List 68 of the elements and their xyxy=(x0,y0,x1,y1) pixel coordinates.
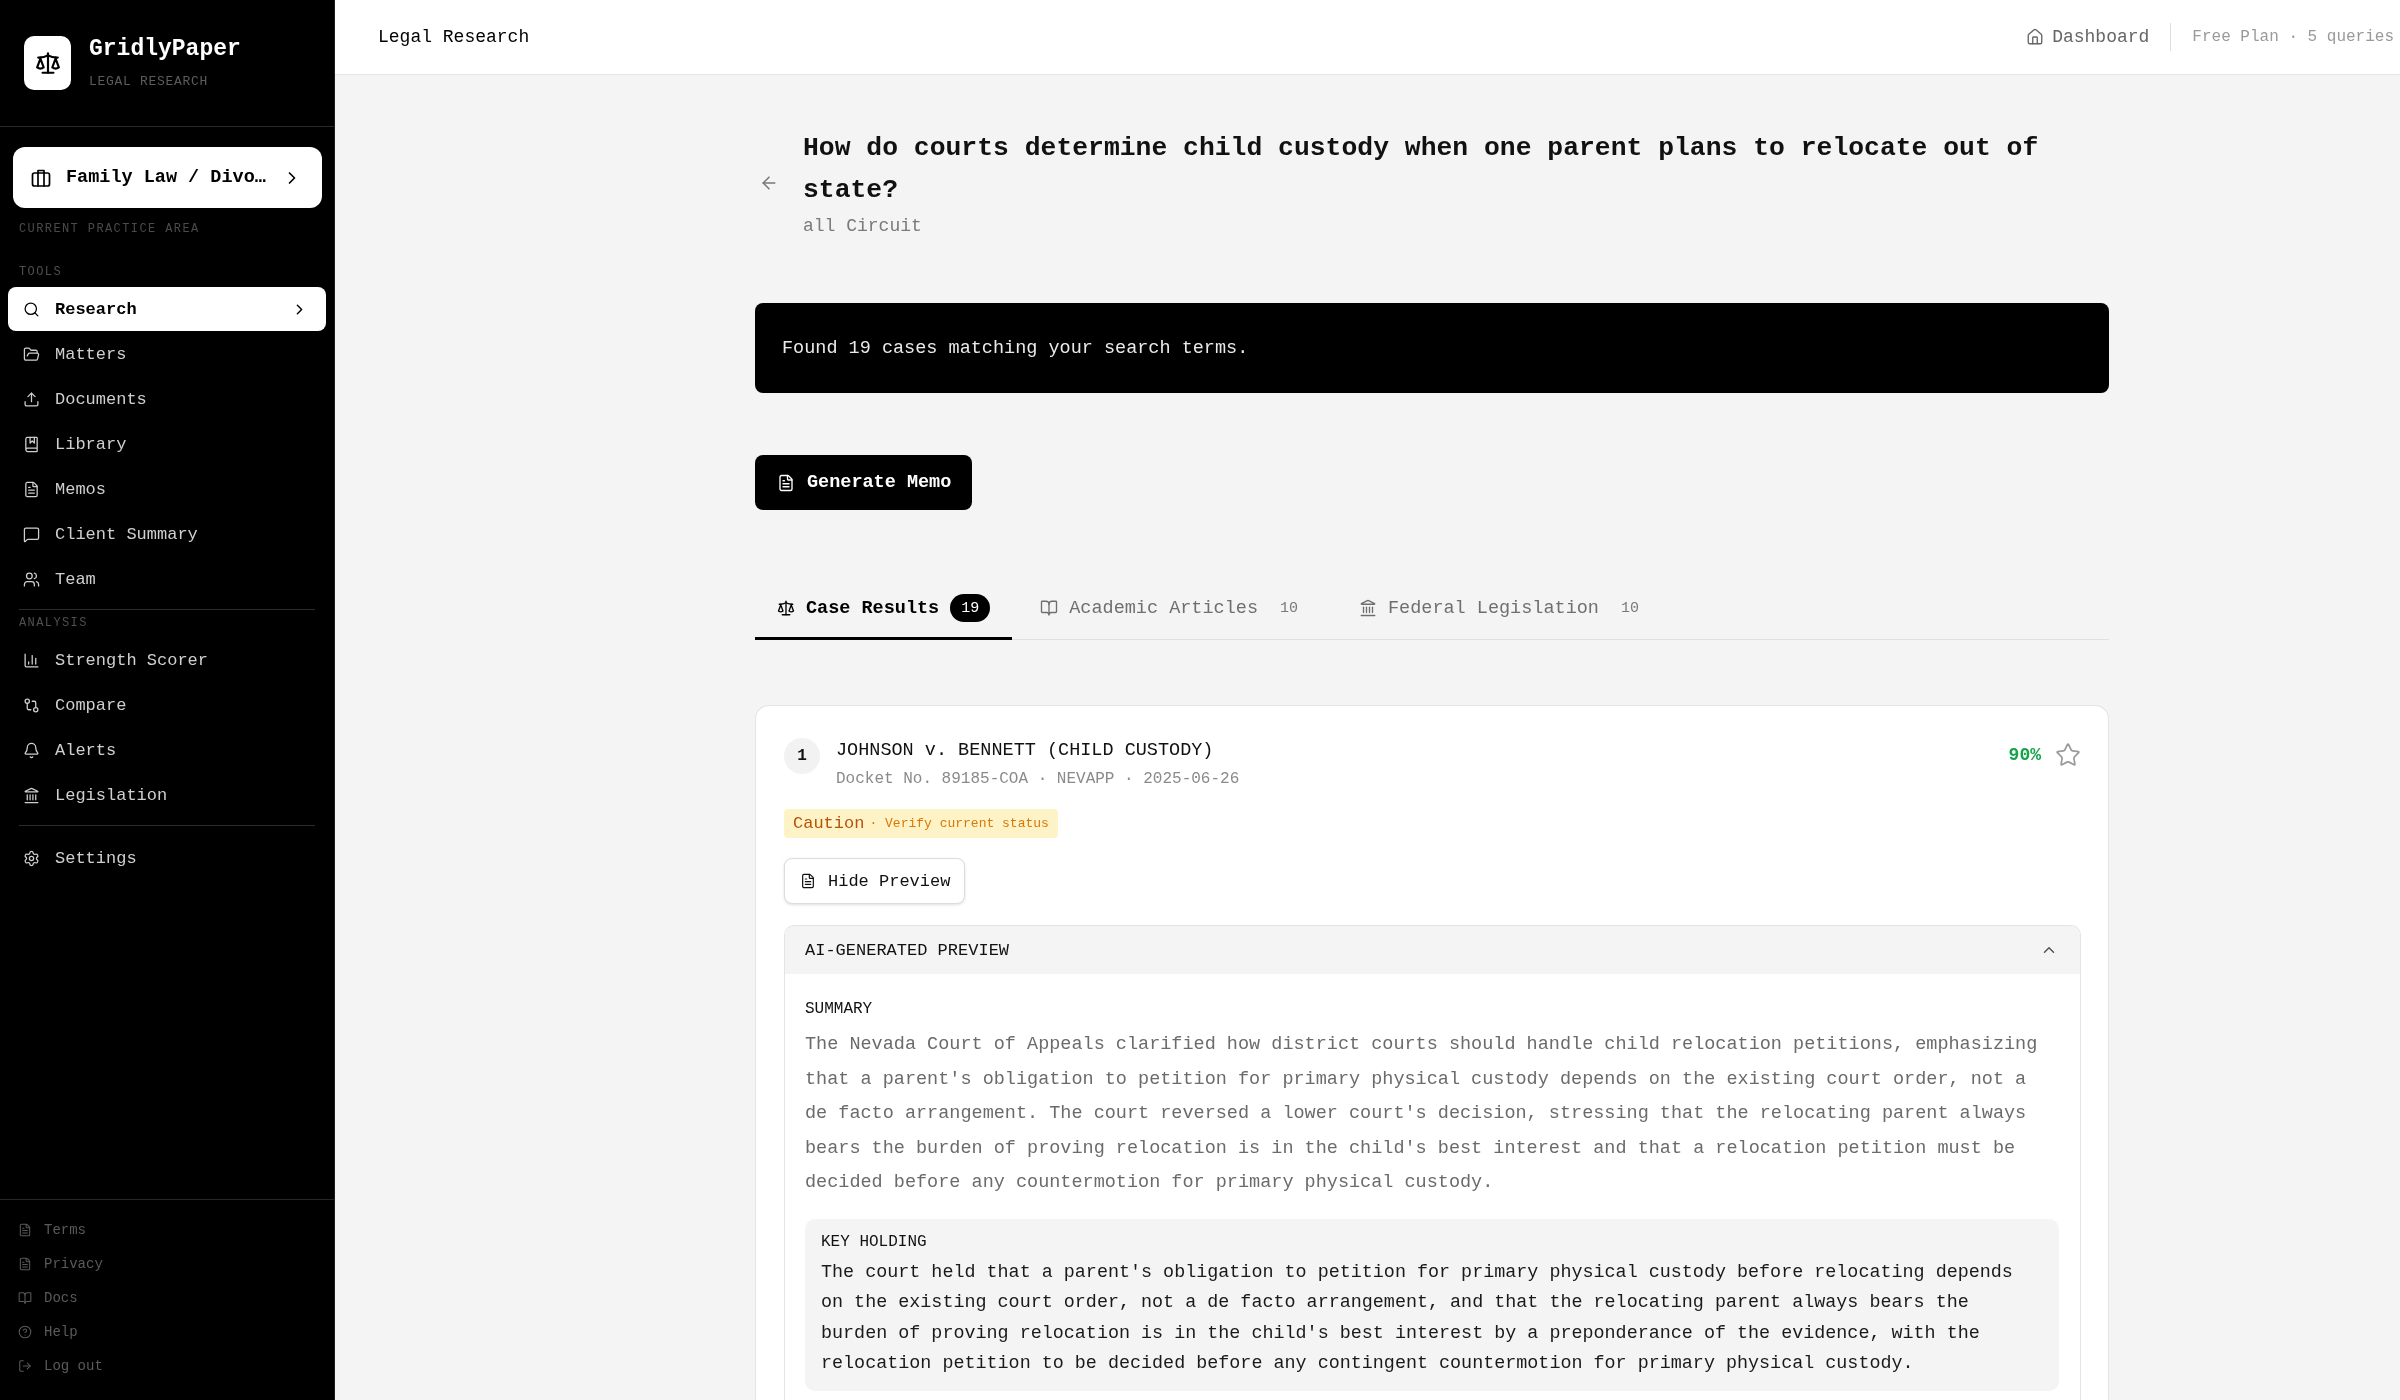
preview-heading: AI-GENERATED PREVIEW xyxy=(805,940,1010,960)
question-title: How do courts determine child custody when one parent plans to relocate out of state? xyxy=(803,132,2040,207)
result-count: 10 xyxy=(1279,598,1299,619)
nav-item[interactable]: Library xyxy=(8,422,326,466)
summary-text: The Nevada Court of Appeals clarified how district courts should handle child relocation petitions, emphasizing that a parent's obligation to petition for primary physical custody depends on the existing court order, not a de facto arrangement. The court reversed a lower court's decision, stressing that the relocating parent always bears the burden of proving relocation is in the child's best interest and that a relocation petition must be decided before any countermotion for primary physical custody. xyxy=(805,1033,2039,1195)
help-icon xyxy=(18,1325,32,1339)
document-icon xyxy=(777,473,795,492)
nav-item[interactable]: Client Summary xyxy=(8,512,326,556)
logout-icon xyxy=(18,1359,32,1373)
brand-name: GridlyPaper xyxy=(89,35,241,64)
match-score: 90% xyxy=(2008,745,2041,765)
open-book-icon xyxy=(1040,599,1059,617)
nav-item[interactable]: Settings xyxy=(8,836,326,880)
nav-item[interactable]: Documents xyxy=(8,377,326,421)
scales-logo-icon xyxy=(24,35,71,90)
nav-item[interactable]: Compare xyxy=(8,683,326,727)
document-icon xyxy=(800,873,816,889)
speech-bubble-icon xyxy=(23,525,40,543)
scales-icon xyxy=(777,599,795,617)
compare-icon xyxy=(23,696,40,714)
bar-chart-icon xyxy=(23,651,40,669)
search-icon xyxy=(23,300,40,318)
nav-item[interactable]: Alerts xyxy=(8,728,326,772)
tab[interactable]: Academic Articles 10 xyxy=(1018,579,1331,640)
jurisdiction-label: all Circuit xyxy=(803,215,923,238)
open-book-icon xyxy=(18,1291,32,1305)
suitcase-icon xyxy=(31,167,51,188)
case-meta: Docket No. 89185-COA · NEVAPP · 2025-06-26 xyxy=(836,769,1240,790)
bell-icon xyxy=(23,741,40,759)
bank-building-icon xyxy=(23,786,40,804)
dashboard-link[interactable]: Dashboard xyxy=(2026,27,2150,47)
nav-item[interactable]: Matters xyxy=(8,332,326,376)
status-badge: Caution · Verify current status xyxy=(784,809,1058,838)
page-title: Legal Research xyxy=(378,27,530,47)
key-holding-heading: KEY HOLDING xyxy=(821,1231,928,1253)
folder-icon xyxy=(23,345,40,363)
document-icon xyxy=(18,1223,32,1237)
document-icon xyxy=(18,1257,32,1271)
hide-preview-button[interactable]: Hide Preview xyxy=(784,858,966,904)
practice-area-caption: CURRENT PRACTICE AREA xyxy=(19,221,201,237)
settings-icon xyxy=(23,849,40,867)
tab[interactable]: Federal Legislation 10 xyxy=(1337,579,1672,640)
section-heading: TOOLS xyxy=(19,264,63,280)
star-icon[interactable] xyxy=(2055,742,2081,768)
upload-icon xyxy=(23,390,40,408)
results-banner: Found 19 cases matching your search terms. xyxy=(755,303,2109,393)
case-title: JOHNSON v. BENNETT (CHILD CUSTODY) xyxy=(836,739,1215,763)
home-icon xyxy=(2026,28,2045,46)
key-holding-text: The court held that a parent's obligation to petition for primary physical custody before relocating depends on the existing court order, not a de facto arrangement, and that the relocating parent always bears the burden of proving relocation is in the child's best interest by a preponderance of the evidence, with the relocation petition to be decided before any contingent countermotion for primary physical custody. xyxy=(821,1260,2014,1377)
nav-item[interactable]: Legislation xyxy=(8,773,326,817)
plan-label: Free Plan · 5 queries xyxy=(2192,28,2394,46)
nav-item[interactable]: Team xyxy=(8,557,326,601)
document-icon xyxy=(23,480,40,498)
bookmark-book-icon xyxy=(23,435,40,453)
tab[interactable]: Case Results 19 xyxy=(755,579,1013,640)
rank-number: 1 xyxy=(784,738,820,774)
nav-item[interactable]: Memos xyxy=(8,467,326,511)
result-count: 10 xyxy=(1619,598,1640,619)
users-icon xyxy=(23,570,40,588)
section-heading: ANALYSIS xyxy=(19,615,89,631)
nav-item[interactable]: Strength Scorer xyxy=(8,638,326,682)
result-count: 19 xyxy=(950,594,991,622)
generate-memo-button[interactable]: Generate Memo xyxy=(755,455,973,510)
practice-area-button[interactable]: Family Law / Divo… xyxy=(13,147,322,208)
nav-item[interactable]: Research xyxy=(8,287,326,331)
bank-building-icon xyxy=(1359,599,1377,617)
summary-heading: SUMMARY xyxy=(805,999,874,1020)
brand-tagline: LEGAL RESEARCH xyxy=(89,73,210,91)
